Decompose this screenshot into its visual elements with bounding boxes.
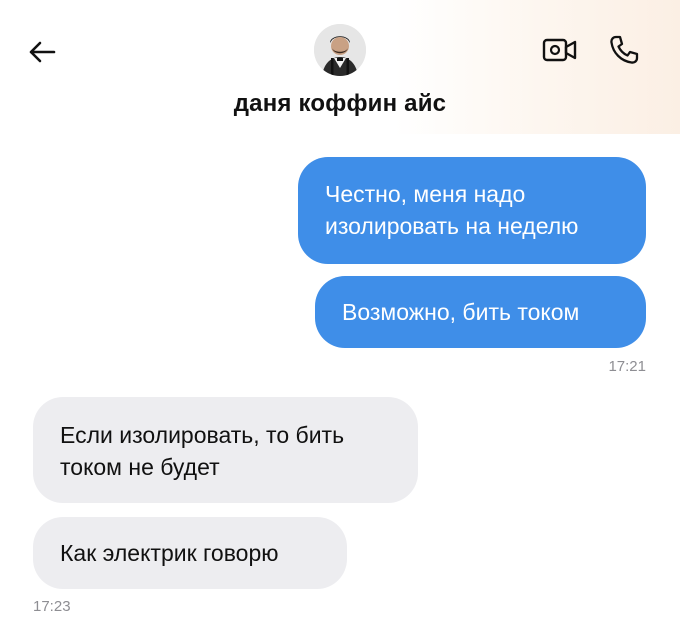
video-call-button[interactable] [540, 32, 580, 68]
arrow-left-icon [29, 41, 56, 63]
message-bubble-outgoing[interactable]: Честно, меня надо изолировать на неделю [298, 157, 646, 264]
back-button[interactable] [22, 32, 62, 72]
contact-avatar[interactable] [314, 24, 366, 76]
contact-name[interactable]: даня коффин айс [0, 90, 680, 118]
message-bubble-outgoing[interactable]: Возможно, бить током [315, 276, 646, 348]
video-camera-icon [542, 38, 577, 62]
message-text: Возможно, бить током [342, 299, 580, 325]
message-bubble-incoming[interactable]: Если изолировать, то бить током не будет [33, 397, 418, 503]
message-timestamp: 17:23 [33, 598, 71, 615]
message-text: Как электрик говорю [60, 540, 279, 566]
message-text: Если изолировать, то бить током не будет [60, 422, 345, 480]
message-text: Честно, меня надо изолировать на неделю [325, 181, 579, 239]
message-bubble-incoming[interactable]: Как электрик говорю [33, 517, 347, 589]
phone-icon [610, 35, 639, 64]
avatar-image [314, 24, 366, 76]
chat-header: даня коффин айс [0, 0, 680, 134]
chat-screen: даня коффин айс Честно, меня надо изолир… [0, 0, 680, 618]
voice-call-button[interactable] [604, 30, 644, 70]
message-timestamp: 17:21 [608, 358, 646, 375]
